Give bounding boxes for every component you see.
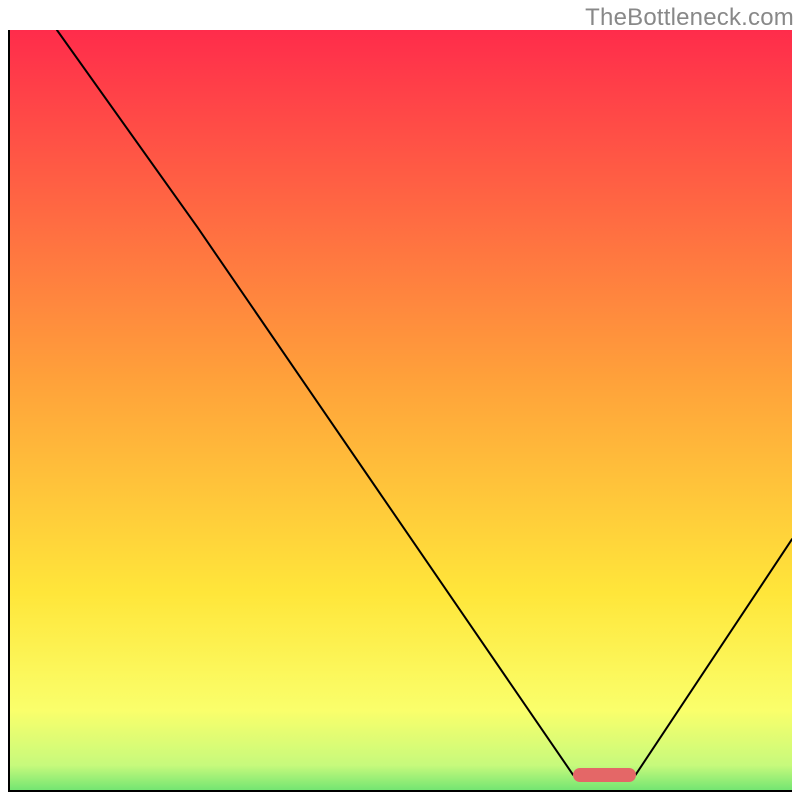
watermark-text: TheBottleneck.com — [585, 4, 794, 32]
optimal-indicator — [573, 768, 636, 782]
chart-container: TheBottleneck.com — [0, 0, 800, 800]
bottleneck-curve — [10, 30, 792, 790]
plot-area — [8, 30, 792, 792]
